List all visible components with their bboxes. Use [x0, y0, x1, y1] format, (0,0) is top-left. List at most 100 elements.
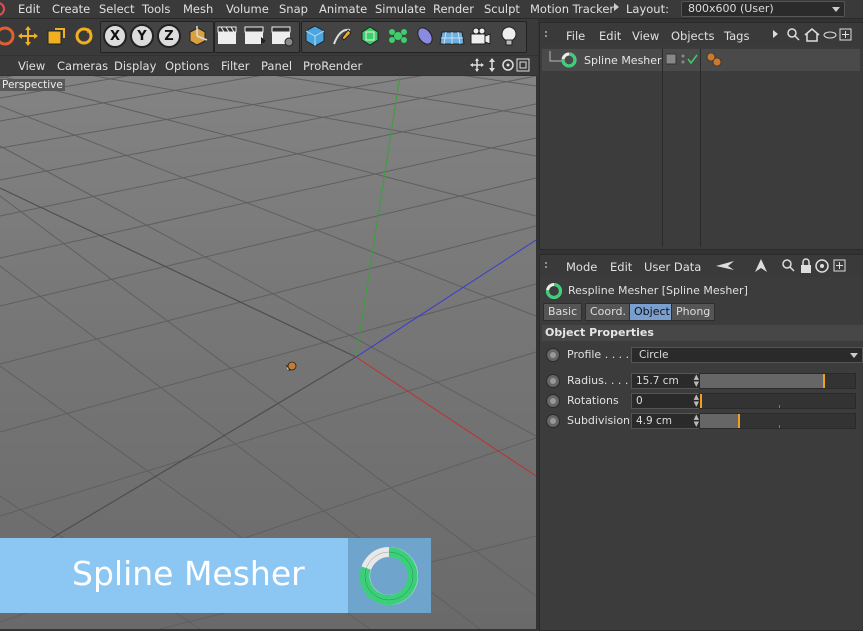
menu-render[interactable]: Render — [433, 2, 474, 16]
viewport-menu-panel[interactable]: Panel — [261, 59, 292, 73]
scale-tool-button[interactable] — [43, 22, 69, 50]
subdivision-surface-icon — [361, 26, 379, 46]
panel-grip-icon — [543, 257, 551, 278]
attr-menu-edit[interactable]: Edit — [610, 260, 632, 274]
move-icon — [18, 26, 38, 46]
subdivision-slider[interactable] — [699, 413, 856, 429]
radius-slider[interactable] — [699, 373, 856, 389]
x-axis-button[interactable]: X — [102, 22, 128, 50]
maximize-icon — [516, 58, 530, 72]
menu-create[interactable]: Create — [52, 2, 90, 16]
title-banner: Spline Mesher — [0, 538, 431, 613]
coordinate-system-button[interactable] — [184, 22, 210, 50]
material-tag-icon[interactable] — [704, 51, 726, 69]
menu-simulate[interactable]: Simulate — [375, 2, 426, 16]
objmgr-menu-edit[interactable]: Edit — [599, 29, 621, 43]
chevron-down-icon — [832, 7, 840, 12]
forward-arrow-icon — [755, 259, 767, 272]
attr-toolbar-icons[interactable] — [716, 257, 862, 278]
layer-icon — [666, 53, 677, 65]
column-divider[interactable] — [700, 49, 701, 247]
rotate-tool-button[interactable] — [71, 22, 97, 50]
menu-volume[interactable]: Volume — [226, 2, 269, 16]
attr-menu-mode[interactable]: Mode — [566, 260, 597, 274]
subdivision-surface-button[interactable] — [357, 22, 383, 50]
camera-button[interactable] — [467, 22, 493, 50]
attribute-manager-menubar: Mode Edit User Data — [540, 255, 863, 277]
viewport-menu-cameras[interactable]: Cameras — [57, 59, 108, 73]
tab-basic[interactable]: Basic — [543, 303, 583, 321]
render-view-button[interactable] — [215, 22, 241, 50]
viewport-menu-view[interactable]: View — [18, 59, 45, 73]
spline-mesher-logo-icon — [359, 547, 418, 605]
z-axis-button[interactable]: Z — [156, 22, 182, 50]
object-row-spline-mesher[interactable]: Spline Mesher — [542, 49, 860, 71]
rotations-input[interactable]: 0 ▲ ▼ — [631, 393, 703, 409]
animate-radio-button[interactable] — [546, 414, 560, 428]
menu-select[interactable]: Select — [99, 2, 134, 16]
objmgr-toolbar-icons[interactable] — [772, 27, 862, 46]
deformer-button[interactable] — [412, 22, 438, 50]
attr-menu-user-data[interactable]: User Data — [644, 260, 701, 274]
pen-tool-button[interactable] — [329, 22, 355, 50]
animate-radio-button[interactable] — [546, 374, 560, 388]
orbit-icon — [502, 59, 514, 71]
viewport-3d[interactable]: Perspective Spline Mesher — [0, 76, 536, 629]
radius-input[interactable]: 15.7 cm ▲ ▼ — [631, 373, 703, 389]
render-settings-button[interactable] — [269, 22, 295, 50]
objmgr-menu-objects[interactable]: Objects — [671, 29, 714, 43]
x-axis-icon: X — [103, 24, 127, 48]
column-divider[interactable] — [662, 49, 663, 247]
objmgr-menu-tags[interactable]: Tags — [724, 29, 749, 43]
subdivision-input[interactable]: 4.9 cm ▲ ▼ — [631, 413, 703, 429]
animate-radio-button[interactable] — [546, 394, 560, 408]
viewport-menu-options[interactable]: Options — [165, 59, 209, 73]
objmgr-menu-view[interactable]: View — [632, 29, 659, 43]
cube-button[interactable] — [302, 22, 328, 50]
app-menu-icon[interactable] — [0, 1, 6, 16]
slider-handle[interactable] — [823, 374, 825, 388]
new-window-icon — [839, 28, 852, 41]
object-name[interactable]: Spline Mesher — [584, 54, 662, 67]
clapperboard-play-icon — [244, 26, 266, 45]
menu-motion-tracker[interactable]: Motion Tracker — [530, 2, 614, 16]
rotations-slider[interactable] — [699, 393, 856, 409]
viewport-menu-filter[interactable]: Filter — [221, 59, 249, 73]
menu-mesh[interactable]: Mesh — [183, 2, 213, 16]
back-arrow-icon — [716, 261, 734, 270]
tab-phong[interactable]: Phong — [671, 303, 716, 321]
menu-sculpt[interactable]: Sculpt — [484, 2, 520, 16]
rotations-value: 0 — [636, 395, 643, 407]
tab-coord[interactable]: Coord. — [585, 303, 631, 321]
slider-tick — [779, 405, 780, 408]
home-icon — [804, 28, 820, 42]
viewport-menu-prorender[interactable]: ProRender — [303, 59, 362, 73]
slider-tick — [779, 425, 780, 428]
scale-icon — [47, 28, 65, 45]
animate-radio-button[interactable] — [546, 348, 560, 362]
floor-button[interactable] — [439, 22, 465, 50]
object-list[interactable]: Spline Mesher — [542, 49, 860, 247]
tab-object[interactable]: Object — [629, 303, 675, 321]
menu-animate[interactable]: Animate — [319, 2, 367, 16]
render-picture-viewer-button[interactable] — [242, 22, 268, 50]
slider-handle[interactable] — [738, 414, 740, 428]
layout-select[interactable]: 800x600 (User) — [681, 1, 845, 17]
object-visibility-icons[interactable] — [666, 53, 702, 67]
new-window-icon — [833, 259, 846, 272]
menu-edit[interactable]: Edit — [18, 2, 40, 16]
menu-snap[interactable]: Snap — [279, 2, 308, 16]
panel-grip-icon — [543, 26, 551, 47]
objmgr-menu-file[interactable]: File — [566, 29, 585, 43]
profile-select[interactable]: Circle — [631, 347, 863, 363]
viewport-navigation-icons[interactable] — [470, 57, 536, 76]
y-axis-button[interactable]: Y — [129, 22, 155, 50]
move-tool-button[interactable] — [15, 22, 41, 50]
slider-handle[interactable] — [700, 394, 702, 408]
light-button[interactable] — [496, 22, 522, 50]
cloner-button[interactable] — [385, 22, 411, 50]
layout-select-value: 800x600 (User) — [688, 2, 774, 15]
menu-tools[interactable]: Tools — [142, 2, 170, 16]
viewport-camera-label: Perspective — [0, 79, 65, 91]
viewport-menu-display[interactable]: Display — [114, 59, 156, 73]
